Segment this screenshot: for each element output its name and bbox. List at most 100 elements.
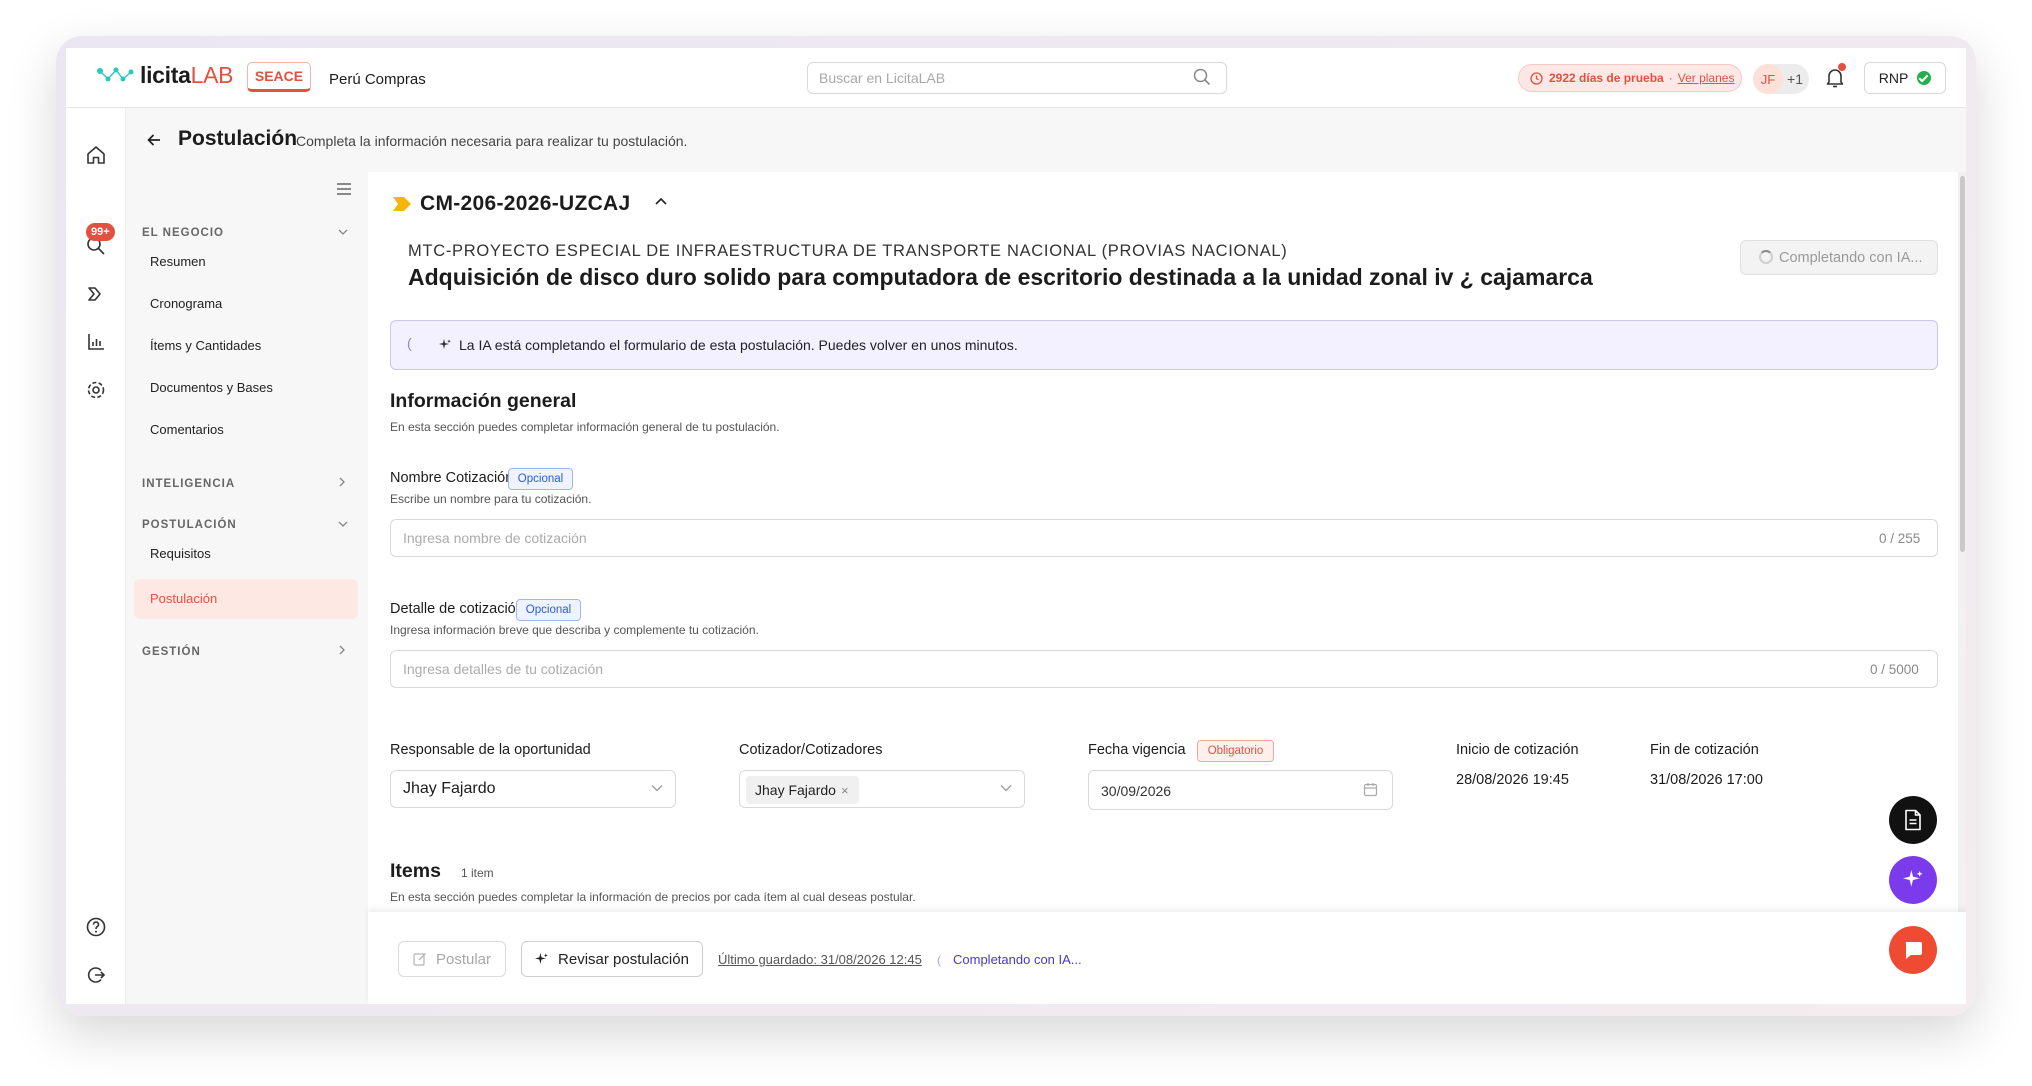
- logout-icon[interactable]: [85, 964, 107, 986]
- cotizador-chip: Jhay Fajardo ×: [746, 776, 859, 804]
- page-title: Postulación: [178, 127, 298, 150]
- chip-remove-icon[interactable]: ×: [841, 783, 849, 798]
- responsable-label: Responsable de la oportunidad: [390, 742, 591, 758]
- page-subtitle: Completa la información necesaria para r…: [296, 133, 688, 149]
- section-nav: EL NEGOCIO Resumen Cronograma Ítems y Ca…: [126, 172, 368, 1004]
- nombre-label: Nombre Cotización: [390, 470, 514, 486]
- nav-item-documentos-bases[interactable]: Documentos y Bases: [150, 380, 273, 395]
- chart-icon[interactable]: [85, 331, 107, 353]
- document-fab[interactable]: [1889, 796, 1937, 844]
- sparkle-icon: [1903, 870, 1923, 887]
- ai-info-banner: ( La IA está completando el formulario d…: [390, 320, 1938, 370]
- detalle-help: Ingresa información breve que describa y…: [390, 623, 759, 637]
- avatar: JF: [1753, 64, 1783, 94]
- search-input[interactable]: [807, 62, 1227, 94]
- section-desc-items: En esta sección puedes completar la info…: [390, 890, 916, 904]
- logo[interactable]: licitaLAB: [96, 62, 234, 89]
- ai-status-text: Completando con IA...: [953, 952, 1082, 967]
- chevron-up-icon[interactable]: [654, 196, 668, 206]
- bottom-action-bar: Postular Revisar postulación Último guar…: [368, 912, 1966, 1004]
- team-avatars[interactable]: JF +1: [1753, 64, 1809, 94]
- top-bar: licitaLAB SEACE Perú Compras 2922 días d…: [66, 48, 1966, 108]
- app-window: licitaLAB SEACE Perú Compras 2922 días d…: [66, 48, 1966, 1004]
- inicio-label: Inicio de cotización: [1456, 742, 1579, 758]
- notifications-badge: 99+: [86, 223, 115, 241]
- trial-days: 2922 días de prueba: [1549, 71, 1664, 85]
- seace-tab[interactable]: SEACE: [247, 62, 311, 92]
- cotizadores-select[interactable]: Jhay Fajardo ×: [739, 770, 1025, 808]
- section-postulacion[interactable]: POSTULACIÓN: [142, 519, 237, 531]
- nombre-cotizacion-input[interactable]: [390, 519, 1938, 557]
- optional-badge: Opcional: [508, 468, 573, 490]
- chat-icon: [1905, 942, 1922, 959]
- sparkle-icon: [535, 952, 548, 964]
- search-icon[interactable]: [1193, 68, 1211, 86]
- fecha-vigencia-picker[interactable]: 30/09/2026: [1088, 770, 1393, 810]
- chevron-down-icon[interactable]: [338, 520, 348, 528]
- nav-item-resumen[interactable]: Resumen: [150, 254, 206, 269]
- ai-assistant-fab[interactable]: [1889, 856, 1937, 904]
- revisar-postulacion-button[interactable]: Revisar postulación: [521, 941, 703, 977]
- gear-icon[interactable]: [85, 379, 107, 401]
- chevron-down-icon: [1000, 785, 1012, 792]
- last-saved-link[interactable]: Último guardado: 31/08/2026 12:45: [718, 952, 922, 967]
- nav-item-requisitos[interactable]: Requisitos: [150, 546, 211, 561]
- main-content: CM-206-2026-UZCAJ MTC-PROYECTO ESPECIAL …: [368, 172, 1966, 1004]
- edit-icon: [413, 953, 426, 966]
- nombre-help: Escribe un nombre para tu cotización.: [390, 492, 592, 506]
- back-arrow-icon[interactable]: [146, 132, 162, 148]
- logo-mark-icon: [97, 67, 134, 81]
- section-title-info: Información general: [390, 390, 577, 412]
- nav-item-items-cantidades[interactable]: Ítems y Cantidades: [150, 338, 261, 353]
- avatar-more-count: +1: [1787, 71, 1803, 87]
- view-plans-link[interactable]: Ver planes: [1678, 71, 1735, 85]
- responsable-select[interactable]: Jhay Fajardo: [390, 770, 676, 808]
- section-desc-info: En esta sección puedes completar informa…: [390, 420, 780, 434]
- ai-completing-button[interactable]: Completando con IA...: [1740, 240, 1938, 275]
- clock-icon: [1530, 71, 1543, 85]
- inicio-value: 28/08/2026 19:45: [1456, 772, 1569, 788]
- calendar-icon[interactable]: [1363, 782, 1378, 797]
- nav-item-cronograma[interactable]: Cronograma: [150, 296, 222, 311]
- chevron-down-icon: [651, 785, 663, 792]
- help-icon[interactable]: [85, 916, 107, 938]
- ai-banner-text: La IA está completando el formulario de …: [459, 337, 1018, 353]
- document-icon: [1905, 809, 1921, 831]
- nombre-counter: 0 / 255: [1879, 531, 1921, 546]
- spinner-icon: [1759, 250, 1773, 264]
- postular-button[interactable]: Postular: [398, 941, 506, 977]
- page-header: Postulación Completa la información nece…: [126, 108, 1966, 172]
- chevrons-icon[interactable]: [85, 283, 107, 305]
- section-inteligencia[interactable]: INTELIGENCIA: [142, 478, 235, 490]
- fin-label: Fin de cotización: [1650, 742, 1759, 758]
- chat-fab[interactable]: [1889, 926, 1937, 974]
- cotizador-label: Cotizador/Cotizadores: [739, 742, 883, 758]
- chevron-right-icon[interactable]: [338, 477, 346, 487]
- notification-dot: [1838, 63, 1846, 71]
- tag-icon: [393, 197, 411, 211]
- fin-value: 31/08/2026 17:00: [1650, 772, 1763, 788]
- chevron-right-icon[interactable]: [338, 645, 346, 655]
- vigencia-label: Fecha vigencia: [1088, 742, 1186, 758]
- peru-compras-tab[interactable]: Perú Compras: [329, 71, 426, 88]
- section-el-negocio[interactable]: EL NEGOCIO: [142, 227, 224, 239]
- check-circle-icon: [1917, 71, 1932, 85]
- trial-badge: 2922 días de prueba · Ver planes: [1518, 64, 1742, 92]
- detalle-cotizacion-input[interactable]: [390, 650, 1938, 688]
- tender-code: CM-206-2026-UZCAJ: [420, 192, 631, 215]
- chevron-down-icon[interactable]: [338, 228, 348, 236]
- section-gestion[interactable]: GESTIÓN: [142, 646, 201, 658]
- sparkle-icon: [439, 339, 451, 349]
- home-icon[interactable]: [85, 144, 107, 166]
- entity-name: MTC-PROYECTO ESPECIAL DE INFRAESTRUCTURA…: [408, 242, 1288, 260]
- section-title-items: Items: [390, 860, 441, 882]
- scrollbar-thumb[interactable]: [1960, 176, 1965, 552]
- nav-item-comentarios[interactable]: Comentarios: [150, 422, 224, 437]
- detalle-counter: 0 / 5000: [1870, 662, 1919, 677]
- rnp-button[interactable]: RNP: [1864, 62, 1946, 94]
- menu-icon[interactable]: [336, 182, 352, 196]
- nav-item-postulacion-active[interactable]: Postulación: [134, 579, 358, 619]
- detalle-label: Detalle de cotización: [390, 601, 524, 617]
- tender-description: Adquisición de disco duro solido para co…: [408, 264, 1593, 290]
- items-count: 1 item: [461, 866, 494, 880]
